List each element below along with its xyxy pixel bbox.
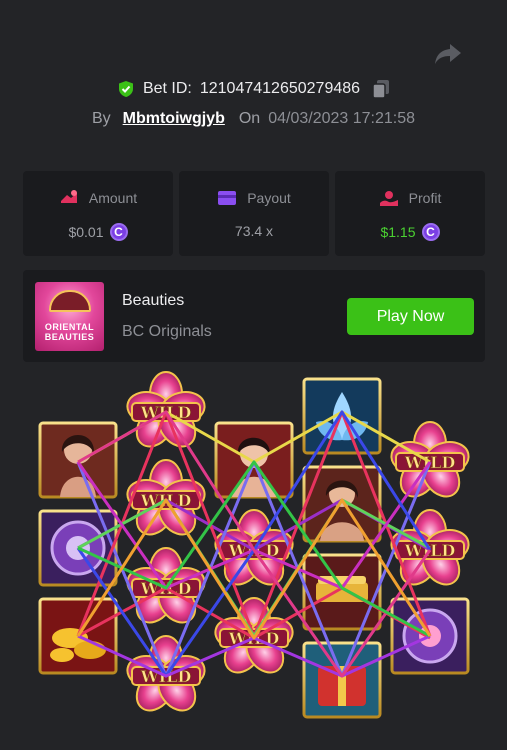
on-label: On: [238, 110, 261, 127]
symbol-portrait-woman-red: [214, 421, 294, 499]
payout-card-icon: [218, 191, 237, 205]
currency-coin-icon: C: [109, 223, 128, 241]
bet-author-row: By Mbmtoiwgjyb On 04/03/2023 17:21:58: [0, 108, 507, 130]
game-thumbnail-title: ORIENTAL BEAUTIES: [44, 322, 95, 342]
by-label: By: [91, 110, 111, 127]
amount-value: $0.01: [68, 224, 104, 240]
symbol-red-gift: [302, 641, 382, 719]
amount-label: Amount: [88, 190, 138, 206]
slot-reels: WILD WILD WILD WILD WILD WILD WILD WILD: [0, 370, 507, 750]
profit-label: Profit: [408, 190, 442, 206]
game-thumbnail[interactable]: ORIENTAL BEAUTIES: [35, 282, 104, 351]
bet-id-label: Bet ID:: [142, 80, 192, 97]
game-card: ORIENTAL BEAUTIES Beauties BC Originals …: [23, 270, 485, 362]
amount-box: Amount $0.01 C: [23, 171, 173, 256]
bet-datetime: 04/03/2023 17:21:58: [268, 110, 416, 127]
symbol-gold-comb: [302, 553, 382, 631]
payout-label: Payout: [247, 190, 291, 206]
payout-value: 73.4 x: [234, 223, 274, 239]
copy-icon[interactable]: [372, 79, 390, 99]
play-now-button[interactable]: Play Now: [347, 298, 474, 335]
username-link[interactable]: Mbmtoiwgjyb: [123, 110, 225, 128]
bet-id-row: Bet ID: 121047412650279486: [0, 78, 507, 100]
profit-icon: [379, 191, 398, 206]
profit-value: $1.15: [380, 224, 416, 240]
game-name[interactable]: Beauties: [122, 292, 184, 310]
share-icon[interactable]: [434, 42, 462, 66]
verified-shield-icon: [118, 81, 133, 97]
game-provider: BC Originals: [122, 323, 212, 340]
amount-icon: [60, 190, 77, 203]
payout-box: Payout 73.4 x: [179, 171, 329, 256]
symbol-portrait-woman: [38, 421, 118, 499]
bet-id-value: 121047412650279486: [199, 80, 361, 97]
fan-icon: [49, 290, 91, 312]
profit-box: Profit $1.15 C: [335, 171, 485, 256]
currency-coin-icon: C: [421, 223, 440, 241]
